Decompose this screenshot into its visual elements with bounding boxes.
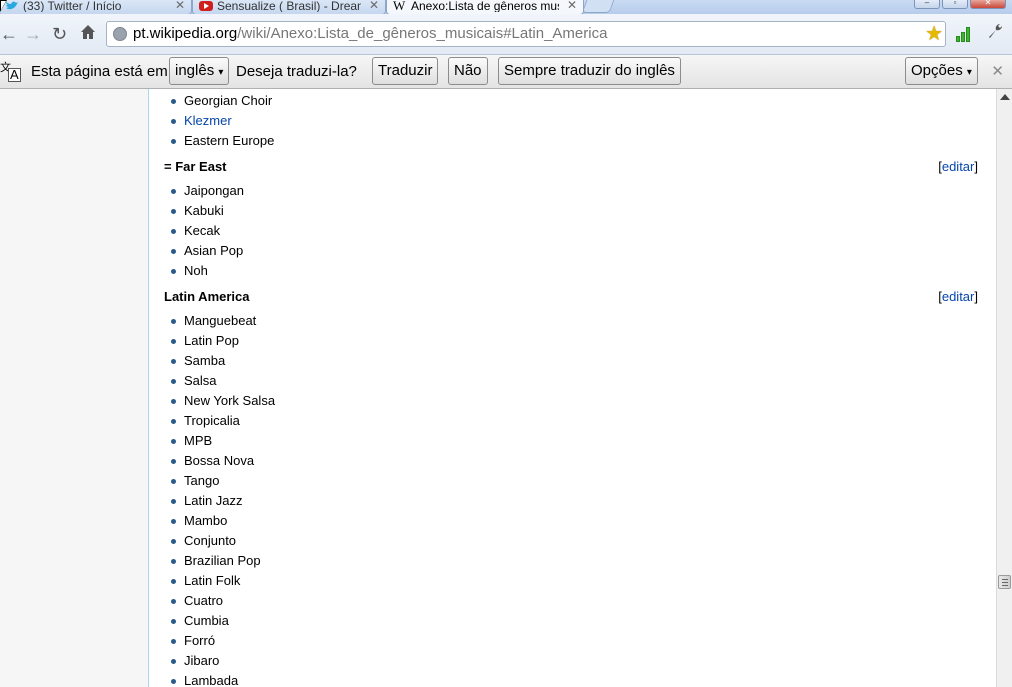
- genre-list-europe: Georgian Choir Klezmer Eastern Europe: [171, 91, 274, 151]
- edit-link: [editar]: [938, 159, 978, 174]
- signal-bars-icon[interactable]: [956, 26, 974, 42]
- section-heading-latin-america: Latin America: [164, 289, 250, 304]
- list-item: Forró: [171, 631, 275, 651]
- chevron-down-icon: ▾: [966, 67, 972, 78]
- minimize-button[interactable]: –: [914, 0, 940, 9]
- window-controls: – ▫ ✕: [914, 0, 1006, 9]
- close-icon[interactable]: ✕: [567, 0, 577, 11]
- url-text: pt.wikipedia.org/wiki/Anexo:Lista_de_gên…: [133, 25, 608, 42]
- scroll-up-arrow-icon[interactable]: [1000, 94, 1010, 100]
- language-dropdown[interactable]: inglês ▾: [169, 57, 230, 85]
- close-icon[interactable]: ✕: [175, 0, 185, 11]
- browser-toolbar: ← → ↻ pt.wikipedia.org/wiki/Anexo:Lista_…: [0, 14, 1012, 55]
- translate-button[interactable]: Traduzir: [372, 57, 439, 85]
- list-item: Cuatro: [171, 591, 275, 611]
- tab-wikipedia[interactable]: W Anexo:Lista de gêneros mus ✕: [386, 0, 584, 14]
- list-item: Tango: [171, 471, 275, 491]
- close-window-button[interactable]: ✕: [970, 0, 1006, 9]
- list-item: Kabuki: [171, 201, 244, 221]
- tab-label: Anexo:Lista de gêneros mus: [411, 0, 559, 12]
- tab-strip: (33) Twitter / Início ✕ Sensualize ( Bra…: [0, 0, 1012, 14]
- list-item: Asian Pop: [171, 241, 244, 261]
- edit-far-east-link[interactable]: editar: [942, 159, 975, 174]
- list-item: Latin Pop: [171, 331, 275, 351]
- list-item: Samba: [171, 351, 275, 371]
- address-bar[interactable]: pt.wikipedia.org/wiki/Anexo:Lista_de_gên…: [106, 21, 946, 47]
- translate-question: Deseja traduzi-la?: [236, 63, 357, 80]
- new-tab-button[interactable]: [581, 0, 615, 13]
- list-item: Conjunto: [171, 531, 275, 551]
- wiki-sidebar: [0, 89, 149, 687]
- list-item-link[interactable]: Klezmer: [171, 111, 274, 131]
- list-item: Latin Folk: [171, 571, 275, 591]
- list-item: Kecak: [171, 221, 244, 241]
- vertical-scrollbar[interactable]: [996, 89, 1012, 687]
- edit-latin-america-link[interactable]: editar: [942, 289, 975, 304]
- translate-prompt: Esta página está em: [31, 63, 168, 80]
- list-item: Manguebeat: [171, 311, 275, 331]
- no-button[interactable]: Não: [448, 57, 488, 85]
- reload-icon[interactable]: ↻: [52, 24, 67, 44]
- list-item: Brazilian Pop: [171, 551, 275, 571]
- scrollbar-thumb[interactable]: [998, 575, 1011, 589]
- translate-bar: 文A Esta página está em inglês ▾ Deseja t…: [0, 55, 1012, 89]
- section-heading-far-east: = Far East: [164, 159, 227, 174]
- list-item: Noh: [171, 261, 244, 281]
- list-item: MPB: [171, 431, 275, 451]
- list-item: Tropicalia: [171, 411, 275, 431]
- back-icon[interactable]: ←: [0, 24, 18, 44]
- wrench-icon[interactable]: [986, 22, 1004, 45]
- twitter-icon: [5, 0, 19, 12]
- genre-list-latin-america: Manguebeat Latin Pop Samba Salsa New Yor…: [171, 311, 275, 687]
- genre-list-far-east: Jaipongan Kabuki Kecak Asian Pop Noh: [171, 181, 244, 281]
- list-item: Georgian Choir: [171, 91, 274, 111]
- edit-link: [editar]: [938, 289, 978, 304]
- home-icon[interactable]: [80, 24, 96, 44]
- mouse-cursor-icon: [0, 0, 7, 12]
- tab-label: (33) Twitter / Início: [23, 0, 122, 12]
- list-item: Eastern Europe: [171, 131, 274, 151]
- list-item: Jibaro: [171, 651, 275, 671]
- page-content: Georgian Choir Klezmer Eastern Europe = …: [0, 89, 996, 687]
- forward-icon[interactable]: →: [24, 24, 42, 44]
- close-icon[interactable]: ✕: [991, 62, 1004, 80]
- translate-icon: 文A: [0, 62, 21, 82]
- tab-twitter[interactable]: (33) Twitter / Início ✕: [0, 0, 192, 14]
- list-item: Lambada: [171, 671, 275, 687]
- always-translate-button[interactable]: Sempre traduzir do inglês: [498, 57, 681, 85]
- article-body: Georgian Choir Klezmer Eastern Europe = …: [149, 89, 996, 687]
- tab-youtube[interactable]: Sensualize ( Brasil) - Dreami ✕: [192, 0, 386, 14]
- list-item: Jaipongan: [171, 181, 244, 201]
- bookmark-star-icon[interactable]: ★: [925, 23, 943, 45]
- wikipedia-icon: W: [393, 0, 406, 13]
- list-item: Bossa Nova: [171, 451, 275, 471]
- tab-label: Sensualize ( Brasil) - Dreami: [217, 0, 361, 12]
- maximize-button[interactable]: ▫: [942, 0, 968, 9]
- globe-icon: [113, 27, 127, 41]
- youtube-icon: [199, 0, 213, 12]
- list-item: Mambo: [171, 511, 275, 531]
- list-item: Latin Jazz: [171, 491, 275, 511]
- list-item: Cumbia: [171, 611, 275, 631]
- options-button[interactable]: Opções ▾: [905, 57, 978, 85]
- list-item: New York Salsa: [171, 391, 275, 411]
- list-item: Salsa: [171, 371, 275, 391]
- chevron-down-icon: ▾: [218, 67, 224, 78]
- close-icon[interactable]: ✕: [369, 0, 379, 11]
